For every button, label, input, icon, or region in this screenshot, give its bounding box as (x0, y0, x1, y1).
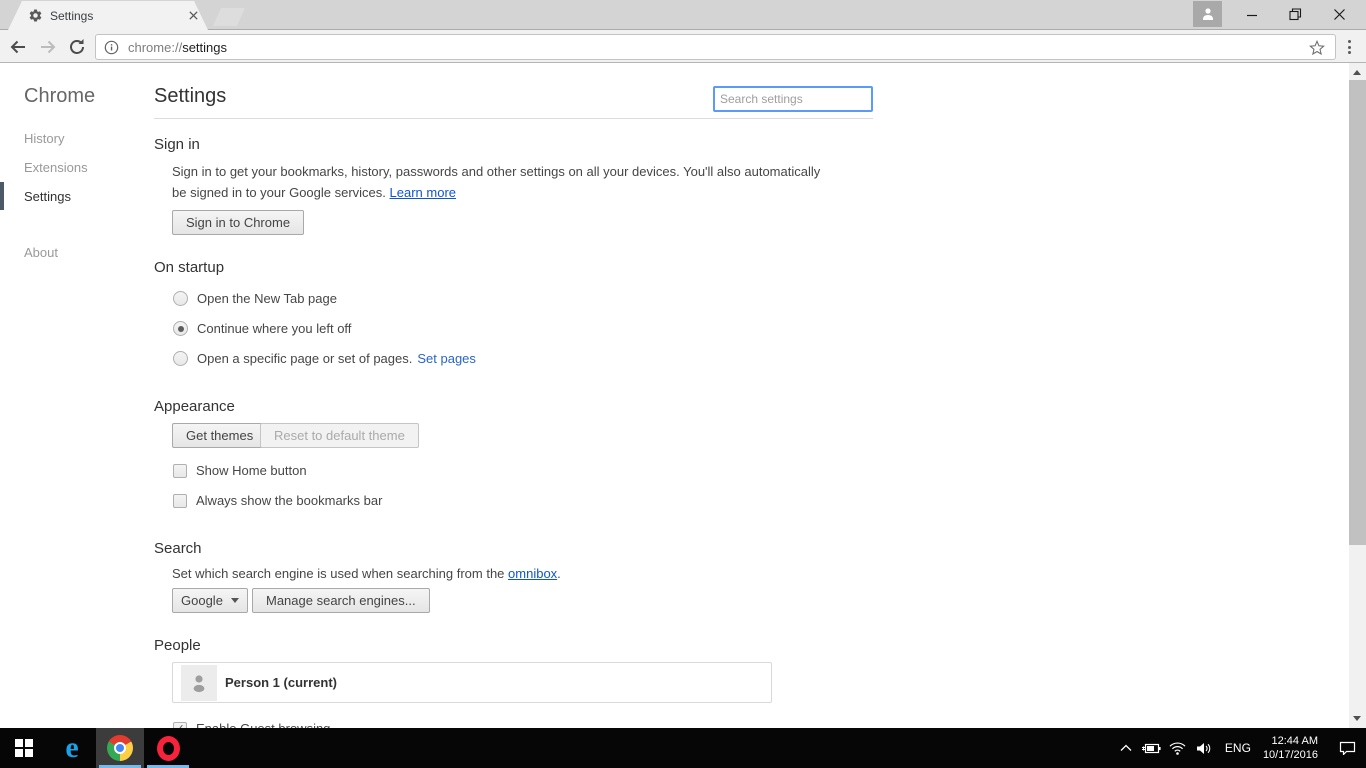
person-icon (193, 674, 205, 692)
minimize-icon (1246, 14, 1257, 16)
windows-taskbar: e ENG 12:44 AM 10/17/2016 (0, 728, 1366, 768)
page-info-icon[interactable] (104, 40, 119, 55)
clock[interactable]: 12:44 AM 10/17/2016 (1259, 734, 1328, 762)
appearance-heading: Appearance (154, 398, 235, 415)
checkbox-unchecked-icon[interactable] (173, 493, 187, 508)
signin-heading: Sign in (154, 136, 200, 153)
edge-icon: e (65, 731, 79, 764)
search-engine-select[interactable]: Google (172, 588, 248, 613)
close-icon (1334, 9, 1345, 20)
titlebar: Settings (0, 0, 1366, 30)
windows-logo-icon (15, 739, 33, 757)
person-icon (1202, 8, 1213, 20)
back-icon (10, 40, 25, 54)
forward-button[interactable] (37, 36, 59, 58)
gear-icon (29, 9, 42, 22)
scrollbar-thumb[interactable] (1349, 80, 1366, 545)
wifi-icon (1169, 742, 1186, 755)
tray-volume-button[interactable] (1191, 728, 1217, 768)
taskbar-edge-button[interactable]: e (48, 728, 96, 768)
person-avatar (181, 664, 217, 701)
person-name: Person 1 (current) (225, 675, 337, 690)
url-scheme: chrome:// (128, 39, 183, 55)
search-description: Set which search engine is used when sea… (172, 566, 561, 581)
chevron-up-icon (1120, 744, 1132, 751)
search-heading: Search (154, 540, 202, 557)
omnibox-link[interactable]: omnibox (508, 566, 557, 581)
start-button[interactable] (0, 728, 48, 768)
reload-icon (70, 39, 84, 54)
tray-battery-button[interactable] (1139, 728, 1165, 768)
tab-settings[interactable]: Settings (8, 1, 208, 30)
chrome-product-title: Chrome (24, 85, 96, 107)
forward-icon (41, 40, 56, 54)
startup-option-newtab[interactable]: Open the New Tab page (173, 291, 337, 306)
tray-chevron-button[interactable] (1113, 728, 1139, 768)
chevron-down-icon (231, 598, 239, 603)
get-themes-button[interactable]: Get themes (172, 423, 268, 448)
taskbar-opera-button[interactable] (144, 728, 192, 768)
checkbox-unchecked-icon[interactable] (173, 463, 187, 478)
reload-button[interactable] (66, 36, 88, 58)
scroll-down-icon[interactable] (1353, 716, 1361, 721)
sidebar-item-about[interactable]: About (24, 245, 58, 260)
url-path: settings (182, 39, 227, 55)
reset-theme-button[interactable]: Reset to default theme (260, 423, 419, 448)
radio-unchecked-icon[interactable] (173, 351, 188, 366)
bookmark-star-icon[interactable] (1309, 40, 1325, 56)
restore-button[interactable] (1273, 0, 1318, 29)
action-center-icon (1339, 741, 1355, 755)
signin-text-line2: be signed in to your Google services. Le… (172, 185, 457, 200)
person-list-item[interactable]: Person 1 (current) (172, 662, 772, 703)
sidebar-item-extensions[interactable]: Extensions (24, 160, 88, 175)
tab-title: Settings (50, 9, 94, 23)
page-title: Settings (154, 85, 227, 107)
new-tab-button[interactable] (213, 8, 245, 26)
people-heading: People (154, 637, 201, 654)
enable-guest-browsing-row[interactable]: ✓ Enable Guest browsing (173, 721, 330, 728)
chrome-icon (107, 735, 133, 761)
sidebar-selected-indicator (0, 182, 4, 210)
restore-icon (1289, 8, 1302, 21)
url-text: chrome://settings (128, 40, 227, 55)
desktop: Settings chrome://settings Chrome Histor… (0, 0, 1366, 768)
manage-search-engines-button[interactable]: Manage search engines... (252, 588, 430, 613)
bookmarks-bar-row[interactable]: Always show the bookmarks bar (173, 493, 382, 508)
language-indicator[interactable]: ENG (1217, 741, 1259, 755)
radio-checked-icon[interactable] (173, 321, 188, 336)
clock-time: 12:44 AM (1271, 735, 1318, 747)
sign-in-to-chrome-button[interactable]: Sign in to Chrome (172, 210, 305, 235)
battery-charging-icon (1142, 743, 1162, 754)
sidebar-item-settings[interactable]: Settings (24, 189, 71, 204)
opera-icon (156, 735, 180, 761)
radio-unchecked-icon[interactable] (173, 291, 188, 306)
speaker-icon (1196, 742, 1211, 754)
browser-menu-button[interactable] (1346, 38, 1352, 56)
system-tray: ENG 12:44 AM 10/17/2016 (1113, 728, 1366, 768)
startup-option-continue[interactable]: Continue where you left off (173, 321, 351, 336)
sidebar-item-history[interactable]: History (24, 131, 64, 146)
scroll-up-icon[interactable] (1353, 70, 1361, 75)
browser-toolbar: chrome://settings (0, 30, 1366, 63)
signin-text-line1: Sign in to get your bookmarks, history, … (172, 164, 821, 179)
close-button[interactable] (1317, 0, 1362, 29)
show-home-button-row[interactable]: Show Home button (173, 463, 307, 478)
header-divider (154, 118, 873, 119)
tray-network-button[interactable] (1165, 728, 1191, 768)
profile-avatar-button[interactable] (1193, 1, 1222, 27)
address-bar[interactable]: chrome://settings (95, 34, 1336, 60)
settings-page: Chrome History Extensions Settings About… (0, 63, 1366, 728)
page-scrollbar[interactable] (1349, 63, 1366, 728)
clock-date: 10/17/2016 (1262, 749, 1318, 761)
minimize-button[interactable] (1229, 0, 1274, 29)
back-button[interactable] (7, 36, 29, 58)
taskbar-chrome-button[interactable] (96, 728, 144, 768)
search-settings-input[interactable] (713, 86, 873, 112)
action-center-button[interactable] (1328, 728, 1366, 768)
learn-more-link[interactable]: Learn more (390, 185, 456, 200)
on-startup-heading: On startup (154, 259, 225, 276)
startup-option-specific-pages[interactable]: Open a specific page or set of pages. Se… (173, 351, 476, 366)
set-pages-link[interactable]: Set pages (417, 351, 476, 366)
tab-close-icon[interactable] (188, 10, 199, 21)
